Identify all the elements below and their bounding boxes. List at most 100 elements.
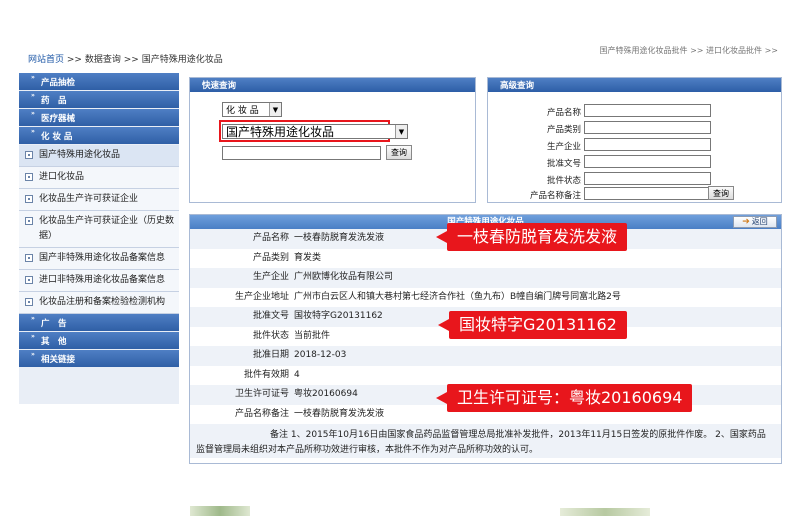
- sidebar-group-devices[interactable]: » 医疗器械: [19, 109, 179, 126]
- detail-row-date: 批准日期 2018-12-03: [190, 346, 781, 366]
- detail-value: 育发类: [294, 252, 322, 263]
- sidebar-item-label: 进口非特殊用途化妆品备案信息: [39, 275, 166, 285]
- sidebar-item-label: 化妆品生产许可获证企业: [39, 194, 139, 204]
- double-chevron-icon: »: [31, 333, 35, 340]
- sidebar: » 产品抽检 » 药 品 » 医疗器械 » 化 妆 品 国产特殊用途化妆品 进口化妆品 …: [19, 73, 179, 404]
- breadcrumb: 网站首页 >> 数据查询 >> 国产特殊用途化妆品: [28, 52, 223, 65]
- detail-key: 产品类别: [252, 252, 289, 263]
- advanced-search-panel: 高级查询 产品名称 产品类别 生产企业 批准文号 批件状态 产品名称备注 查询: [487, 77, 782, 203]
- detail-value: 粤妆20160694: [294, 389, 358, 399]
- breadcrumb-sep: >>: [66, 55, 82, 65]
- callout-approval-number: 国妆特字G20131162: [438, 311, 627, 339]
- adv-label: 产品类别: [546, 125, 581, 135]
- detail-key: 产品名称备注: [234, 408, 289, 419]
- top-links[interactable]: 国产特殊用途化妆品批件 >> 进口化妆品批件 >>: [600, 45, 778, 56]
- quick-search-panel: 快速查询 化 妆 品 ▼ 国产特殊用途化妆品 ▼ 查询: [189, 77, 476, 203]
- detail-value: 广州欧博化妆品有限公司: [294, 272, 394, 282]
- decorative-foliage: [190, 506, 250, 516]
- bullet-icon: [25, 173, 33, 181]
- status-input[interactable]: [584, 172, 711, 185]
- breadcrumb-sep: >>: [123, 55, 139, 65]
- quick-search-button[interactable]: 查询: [386, 145, 412, 160]
- quick-search-title: 快速查询: [190, 78, 475, 92]
- bullet-icon: [25, 151, 33, 159]
- sidebar-item-domestic-special[interactable]: 国产特殊用途化妆品: [19, 145, 179, 167]
- adv-label: 生产企业: [546, 142, 581, 152]
- category-select[interactable]: 化 妆 品 ▼: [222, 102, 282, 117]
- bullet-icon: [25, 276, 33, 284]
- sidebar-item-imported[interactable]: 进口化妆品: [19, 167, 179, 189]
- name-remark-input[interactable]: [584, 187, 711, 200]
- category-select-value: 化 妆 品: [226, 106, 259, 116]
- detail-row-enterprise: 生产企业 广州欧博化妆品有限公司: [190, 268, 781, 288]
- sidebar-group-cosmetics[interactable]: » 化 妆 品: [19, 127, 179, 144]
- arrow-right-icon: ➔: [742, 217, 750, 227]
- detail-key: 生产企业地址: [234, 291, 289, 302]
- sidebar-item-testing-institutions[interactable]: 化妆品注册和备案检验检测机构: [19, 292, 179, 314]
- sidebar-group-links[interactable]: » 相关链接: [19, 350, 179, 367]
- approval-number-input[interactable]: [584, 155, 711, 168]
- sidebar-group-drugs[interactable]: » 药 品: [19, 91, 179, 108]
- sidebar-item-label: 化妆品注册和备案检验检测机构: [39, 297, 166, 307]
- subcategory-select[interactable]: 国产特殊用途化妆品 ▼: [222, 124, 408, 139]
- breadcrumb-current: 国产特殊用途化妆品: [141, 55, 223, 65]
- back-button[interactable]: ➔ 返回: [733, 216, 777, 228]
- product-category-input[interactable]: [584, 121, 711, 134]
- detail-value: 当前批件: [294, 330, 331, 341]
- detail-value: 一枝春防脱育发洗发液: [294, 233, 385, 243]
- double-chevron-icon: »: [31, 110, 35, 117]
- detail-remark: 备注 1、2015年10月16日由国家食品药品监督管理总局批准补发批件，2013…: [190, 424, 781, 458]
- detail-key: 批准文号: [252, 311, 289, 321]
- double-chevron-icon: »: [31, 74, 35, 81]
- sidebar-group-ads[interactable]: » 广 告: [19, 314, 179, 331]
- detail-key: 批准日期: [252, 350, 289, 360]
- adv-label: 产品名称备注: [529, 191, 581, 201]
- bullet-icon: [25, 217, 33, 225]
- bullet-icon: [25, 195, 33, 203]
- advanced-search-title: 高级查询: [488, 78, 781, 92]
- advanced-search-button[interactable]: 查询: [708, 186, 734, 200]
- adv-row-enterprise: 生产企业: [488, 137, 781, 153]
- detail-row-validity: 批件有效期 4: [190, 366, 781, 386]
- page: 网站首页 >> 数据查询 >> 国产特殊用途化妆品 国产特殊用途化妆品批件 >>…: [0, 0, 790, 516]
- sidebar-item-licensed-history[interactable]: 化妆品生产许可获证企业（历史数据）: [19, 211, 179, 248]
- sidebar-item-domestic-nonspecial[interactable]: 国产非特殊用途化妆品备案信息: [19, 248, 179, 270]
- product-name-input[interactable]: [584, 104, 711, 117]
- enterprise-input[interactable]: [584, 138, 711, 151]
- bullet-icon: [25, 254, 33, 262]
- adv-label: 产品名称: [546, 108, 581, 118]
- detail-value: 2018-12-03: [294, 350, 347, 360]
- double-chevron-icon: »: [31, 128, 35, 135]
- sidebar-item-licensed-enterprises[interactable]: 化妆品生产许可获证企业: [19, 189, 179, 211]
- breadcrumb-level2[interactable]: 数据查询: [85, 55, 121, 65]
- detail-row-address: 生产企业地址 广州市白云区人和镇大巷村第七经济合作社（鱼九布）B幢自编门牌号同富北…: [190, 288, 781, 308]
- detail-key: 产品名称: [252, 233, 289, 243]
- callout-product-name: 一枝春防脱育发洗发液: [435, 223, 628, 251]
- chevron-down-icon: ▼: [269, 103, 281, 116]
- adv-row-product-name: 产品名称: [488, 103, 781, 119]
- double-chevron-icon: »: [31, 315, 35, 322]
- detail-key: 卫生许可证号: [234, 389, 289, 399]
- sidebar-item-label: 进口化妆品: [39, 172, 85, 182]
- bullet-icon: [25, 298, 33, 306]
- detail-value: 国妆特字G20131162: [294, 311, 383, 321]
- sidebar-item-label: 化妆品生产许可获证企业（历史数据）: [39, 216, 175, 241]
- adv-label: 批准文号: [546, 159, 581, 169]
- sidebar-item-imported-nonspecial[interactable]: 进口非特殊用途化妆品备案信息: [19, 270, 179, 292]
- keyword-input[interactable]: [222, 146, 381, 160]
- back-label: 返回: [751, 217, 768, 226]
- subcategory-select-value: 国产特殊用途化妆品: [226, 125, 335, 139]
- detail-value: 一枝春防脱育发洗发液: [294, 408, 385, 419]
- double-chevron-icon: »: [31, 351, 35, 358]
- adv-label: 批件状态: [546, 176, 581, 186]
- sidebar-group-other[interactable]: » 其 他: [19, 332, 179, 349]
- detail-value: 4: [294, 369, 300, 380]
- chevron-down-icon: ▼: [395, 125, 407, 138]
- remark-key: 备注: [270, 430, 289, 440]
- adv-row-category: 产品类别: [488, 120, 781, 136]
- detail-row-category: 产品类别 育发类: [190, 249, 781, 269]
- adv-row-approval: 批准文号: [488, 154, 781, 170]
- breadcrumb-home[interactable]: 网站首页: [28, 55, 64, 65]
- sidebar-group-inspection[interactable]: » 产品抽检: [19, 73, 179, 90]
- double-chevron-icon: »: [31, 92, 35, 99]
